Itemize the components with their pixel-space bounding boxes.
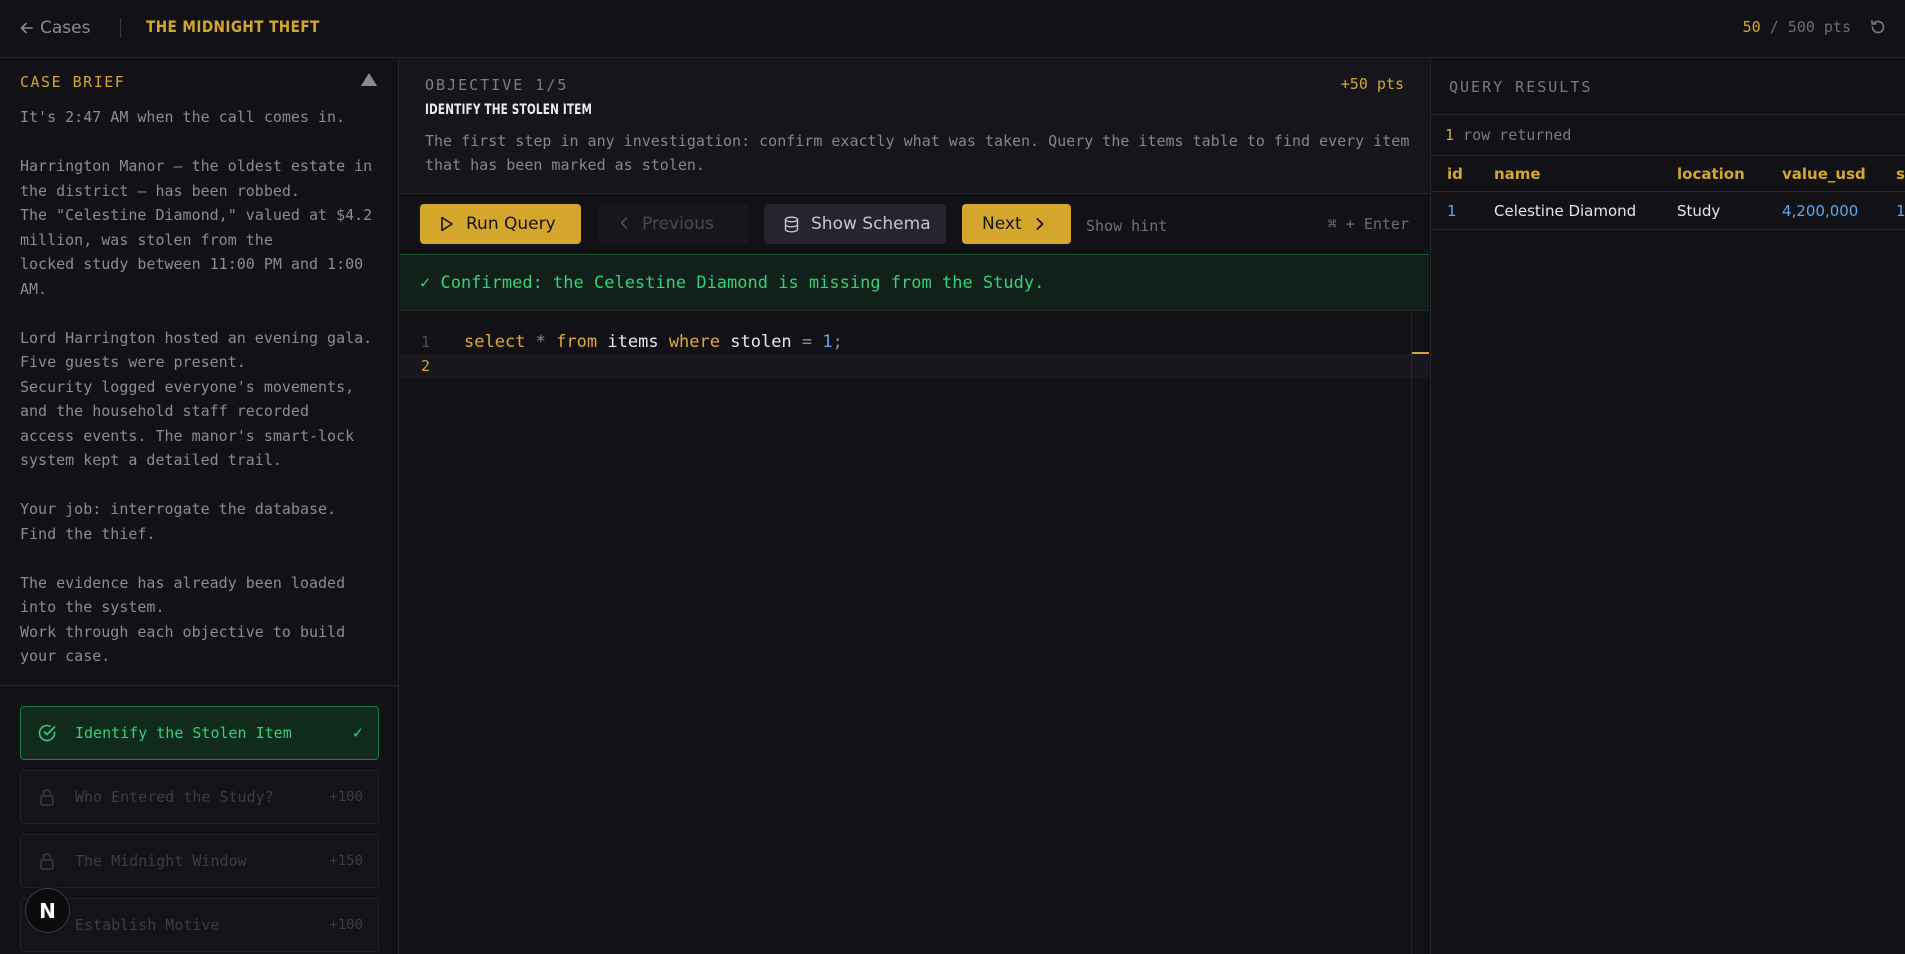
query-results-panel: QUERY RESULTS 1 row returned id name loc…	[1430, 59, 1905, 954]
table-cell: Celestine Diamond	[1494, 202, 1637, 220]
table-cell: 1	[1896, 202, 1905, 220]
keyboard-shortcut: ⌘ + Enter	[1327, 215, 1409, 233]
lock-icon	[37, 851, 57, 871]
database-icon	[784, 216, 799, 233]
header-divider	[120, 18, 121, 38]
row-count: 1 row returned	[1445, 126, 1572, 144]
column-header: name	[1494, 165, 1541, 183]
score-display: 50 / 500 pts	[1743, 18, 1851, 36]
table-cell: 1	[1447, 202, 1457, 220]
case-brief-text: It's 2:47 AM when the call comes in. Har…	[20, 108, 373, 665]
play-icon	[441, 216, 453, 232]
back-label: Cases	[40, 18, 91, 38]
column-header: s	[1896, 165, 1905, 183]
score-current: 50	[1742, 18, 1761, 36]
previous-button[interactable]: Previous	[598, 204, 748, 244]
objective-label: Who Entered the Study?	[75, 788, 274, 806]
editor-toolbar: Run Query Previous Show Schema Next Show…	[400, 195, 1429, 255]
query-results-heading: QUERY RESULTS	[1449, 78, 1593, 96]
line-code: select * from items where stolen = 1;	[464, 332, 843, 352]
show-schema-label: Show Schema	[811, 214, 931, 234]
next-button[interactable]: Next	[962, 204, 1071, 244]
objective-points: +100	[329, 917, 363, 933]
show-schema-button[interactable]: Show Schema	[764, 204, 946, 244]
case-title: THE MIDNIGHT THEFT	[146, 17, 320, 36]
show-hint-link[interactable]: Show hint	[1086, 217, 1167, 235]
case-brief-heading: CASE BRIEF	[20, 73, 126, 91]
objective-item-1[interactable]: Identify the Stolen Item ✓	[20, 706, 379, 760]
success-banner: ✓ Confirmed: the Celestine Diamond is mi…	[400, 256, 1429, 311]
sql-editor[interactable]: 1 select * from items where stolen = 1; …	[400, 312, 1429, 954]
lock-icon	[37, 787, 57, 807]
objective-check: ✓	[352, 723, 363, 743]
results-divider	[1431, 114, 1905, 115]
brief-divider	[0, 685, 399, 686]
column-header: location	[1677, 165, 1745, 183]
objective-title: IDENTIFY THE STOLEN ITEM	[425, 102, 593, 118]
next-label: Next	[982, 214, 1022, 234]
check-circle-icon	[37, 723, 57, 743]
previous-label: Previous	[642, 214, 714, 234]
objective-description: The first step in any investigation: con…	[425, 132, 1410, 174]
nextjs-badge[interactable]: N	[25, 888, 70, 933]
line-number: 2	[420, 357, 430, 375]
back-to-cases-link[interactable]: Cases	[20, 16, 90, 40]
objective-points: +50 pts	[1340, 75, 1404, 93]
editor-scrollbar-track[interactable]	[1411, 312, 1412, 954]
line-number: 1	[420, 333, 430, 351]
table-row: 1 Celestine Diamond Study 4,200,000 1	[1431, 193, 1905, 230]
table-header-row: id name location value_usd s	[1431, 155, 1905, 192]
objective-number: OBJECTIVE 1/5	[425, 76, 569, 94]
objective-label: Identify the Stolen Item	[75, 724, 292, 742]
collapse-triangle-icon[interactable]	[361, 73, 377, 86]
arrow-left-icon	[20, 22, 33, 34]
chevron-left-icon	[620, 214, 628, 234]
table-cell: 4,200,000	[1782, 202, 1859, 220]
objective-item-2: Who Entered the Study? +100	[20, 770, 379, 824]
objective-item-4: Establish Motive +100	[20, 898, 379, 952]
objective-label: Establish Motive	[75, 916, 220, 934]
score-total: 500 pts	[1787, 18, 1851, 36]
sidebar: CASE BRIEF It's 2:47 AM when the call co…	[0, 59, 399, 954]
objective-label: The Midnight Window	[75, 852, 247, 870]
objective-points: +150	[329, 853, 363, 869]
top-bar: Cases THE MIDNIGHT THEFT 50 / 500 pts	[0, 0, 1905, 58]
objective-panel: OBJECTIVE 1/5 +50 pts IDENTIFY THE STOLE…	[400, 59, 1429, 194]
column-header: value_usd	[1782, 165, 1866, 183]
scroll-position-marker	[1412, 352, 1429, 354]
table-cell: Study	[1677, 202, 1721, 220]
run-query-label: Run Query	[466, 214, 556, 234]
objective-points: +100	[329, 789, 363, 805]
chevron-right-icon	[1036, 218, 1044, 230]
column-header: id	[1447, 165, 1463, 183]
editor-line-active: 2	[400, 354, 1429, 378]
score-separator: /	[1760, 18, 1788, 36]
reset-icon[interactable]	[1869, 18, 1887, 40]
editor-line: 1 select * from items where stolen = 1;	[400, 330, 1429, 354]
run-query-button[interactable]: Run Query	[420, 204, 581, 244]
objective-item-3: The Midnight Window +150	[20, 834, 379, 888]
